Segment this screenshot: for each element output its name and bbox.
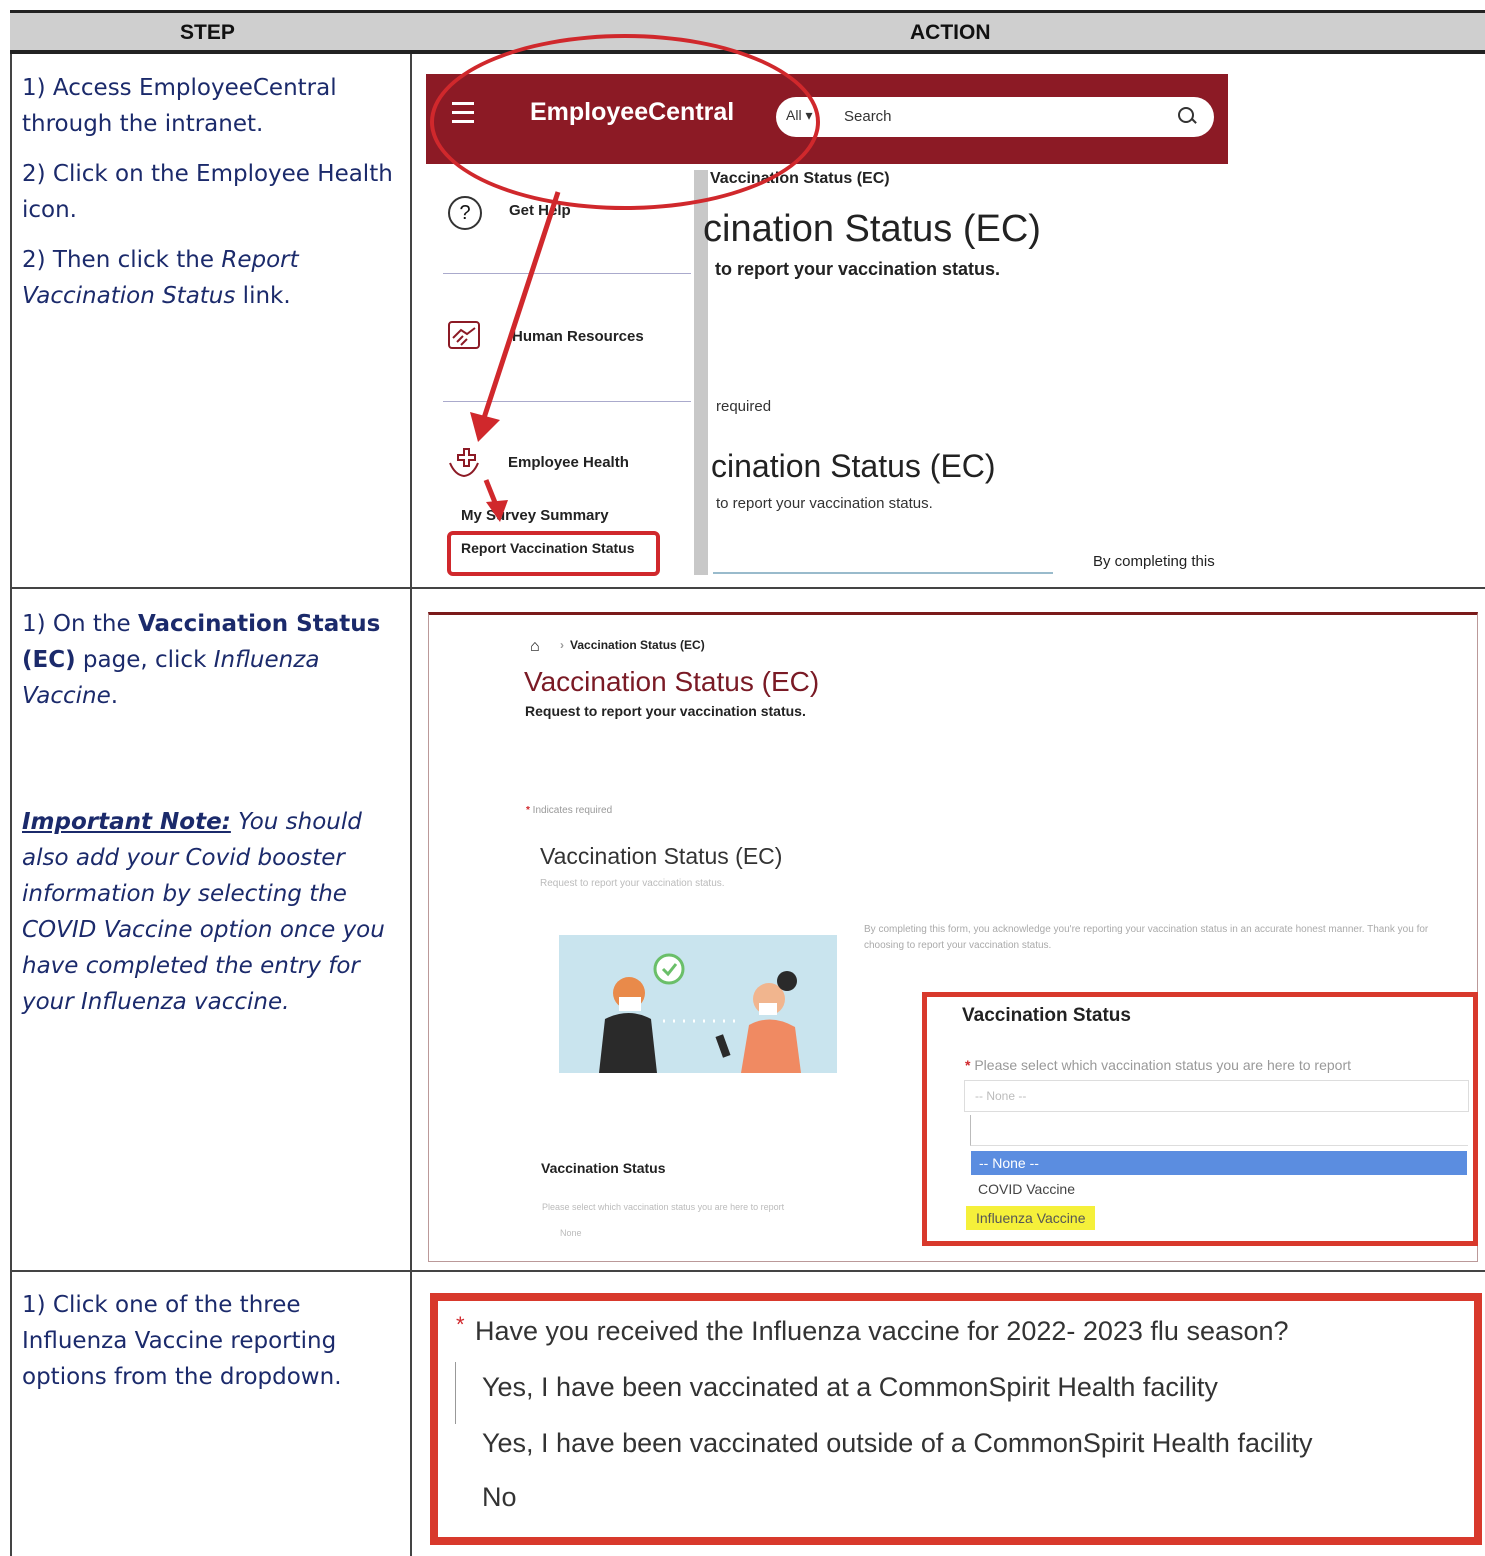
required-note: * Indicates required: [526, 805, 613, 816]
step-line: 2) Click on the Employee Health icon.: [22, 161, 393, 223]
sidebar-item-human-resources[interactable]: Human Resources: [512, 328, 644, 345]
step-text: page, click: [75, 647, 214, 673]
callout-question-text: Please select which vaccination status y…: [974, 1057, 1351, 1073]
step-text: 1) On the: [22, 611, 138, 637]
red-arrow-icon: [470, 191, 561, 522]
option-vaccinated-at-commonspirit[interactable]: Yes, I have been vaccinated at a CommonS…: [482, 1372, 1218, 1403]
form-subtitle: to report your vaccination status.: [716, 495, 933, 512]
important-note-label: Important Note:: [22, 809, 231, 835]
important-note-text: You should also add your Covid booster i…: [22, 809, 385, 1015]
row3-step-text: 1) Click one of the three Influenza Vacc…: [22, 1287, 400, 1409]
form-title: cination Status (EC): [711, 448, 996, 484]
page-title: Vaccination Status (EC): [524, 666, 820, 697]
search-icon[interactable]: [1178, 107, 1194, 123]
consent-text: By completing this form, you acknowledge…: [864, 924, 1429, 951]
step-line: 2) Then click the Report Vaccination Sta…: [22, 242, 400, 314]
form-title: Vaccination Status (EC): [540, 843, 783, 869]
step-text: link.: [235, 283, 291, 309]
row-divider: [10, 1270, 1485, 1272]
callout-question: * Please select which vaccination status…: [965, 1057, 1351, 1073]
step-line: 1) Access EmployeeCentral through the in…: [22, 75, 337, 137]
sidebar-item-employee-health[interactable]: Employee Health: [508, 454, 629, 471]
page-subtitle: Request to report your vaccination statu…: [525, 703, 806, 719]
vaccination-status-select[interactable]: -- None --: [964, 1080, 1469, 1112]
option-vaccinated-outside-commonspirit[interactable]: Yes, I have been vaccinated outside of a…: [482, 1428, 1312, 1459]
action-column-header: ACTION: [910, 21, 991, 44]
vaccination-status-question: Please select which vaccination status y…: [542, 1202, 785, 1212]
vaccination-illustration: [559, 935, 837, 1073]
important-note: Important Note: You should also add your…: [22, 804, 400, 1020]
step-text: .: [110, 683, 119, 709]
vaccination-status-label: Vaccination Status: [541, 1160, 666, 1176]
dropdown-field[interactable]: [970, 1115, 1468, 1146]
row1-step-text: 1) Access EmployeeCentral through the in…: [22, 70, 400, 328]
step-text: 2) Then click the: [22, 247, 222, 273]
form-subtitle: Request to report your vaccination statu…: [540, 878, 725, 889]
required-marker: *: [456, 1312, 465, 1337]
instruction-page: STEP ACTION 1) Access EmployeeCentral th…: [0, 0, 1485, 1556]
divider: [713, 572, 1053, 574]
dropdown-edge: [455, 1362, 456, 1424]
select-value: -- None --: [975, 1089, 1027, 1103]
row2-step-text: 1) On the Vaccination Status (EC) page, …: [22, 606, 400, 1034]
page-title: cination Status (EC): [703, 208, 1041, 250]
callout-title: Vaccination Status: [962, 1005, 1131, 1026]
consent-text: By completing this: [1093, 553, 1215, 570]
table-header: STEP ACTION: [10, 10, 1485, 54]
page-subtitle: to report your vaccination status.: [715, 259, 1001, 279]
search-input[interactable]: Search: [844, 108, 892, 125]
breadcrumb: › Vaccination Status (EC): [560, 638, 705, 652]
step-line: 1) On the Vaccination Status (EC) page, …: [22, 606, 400, 714]
option-no[interactable]: No: [482, 1482, 517, 1513]
step-column-header: STEP: [180, 21, 235, 44]
required-note: required: [716, 398, 772, 415]
home-icon[interactable]: ⌂: [530, 638, 540, 656]
search-bar[interactable]: All ▾ Search: [776, 97, 1214, 137]
influenza-question: Have you received the Influenza vaccine …: [475, 1316, 1289, 1346]
required-note-text: Indicates required: [532, 805, 613, 816]
option-none[interactable]: -- None --: [971, 1151, 1467, 1175]
breadcrumb-label: Vaccination Status (EC): [570, 638, 705, 652]
option-covid-vaccine[interactable]: COVID Vaccine: [978, 1181, 1075, 1197]
step-line: 1) Click one of the three Influenza Vacc…: [22, 1292, 342, 1390]
row-divider: [10, 587, 1485, 589]
column-divider: [410, 54, 412, 1556]
vaccination-status-select[interactable]: None: [560, 1228, 582, 1238]
option-influenza-vaccine[interactable]: Influenza Vaccine: [966, 1206, 1096, 1230]
